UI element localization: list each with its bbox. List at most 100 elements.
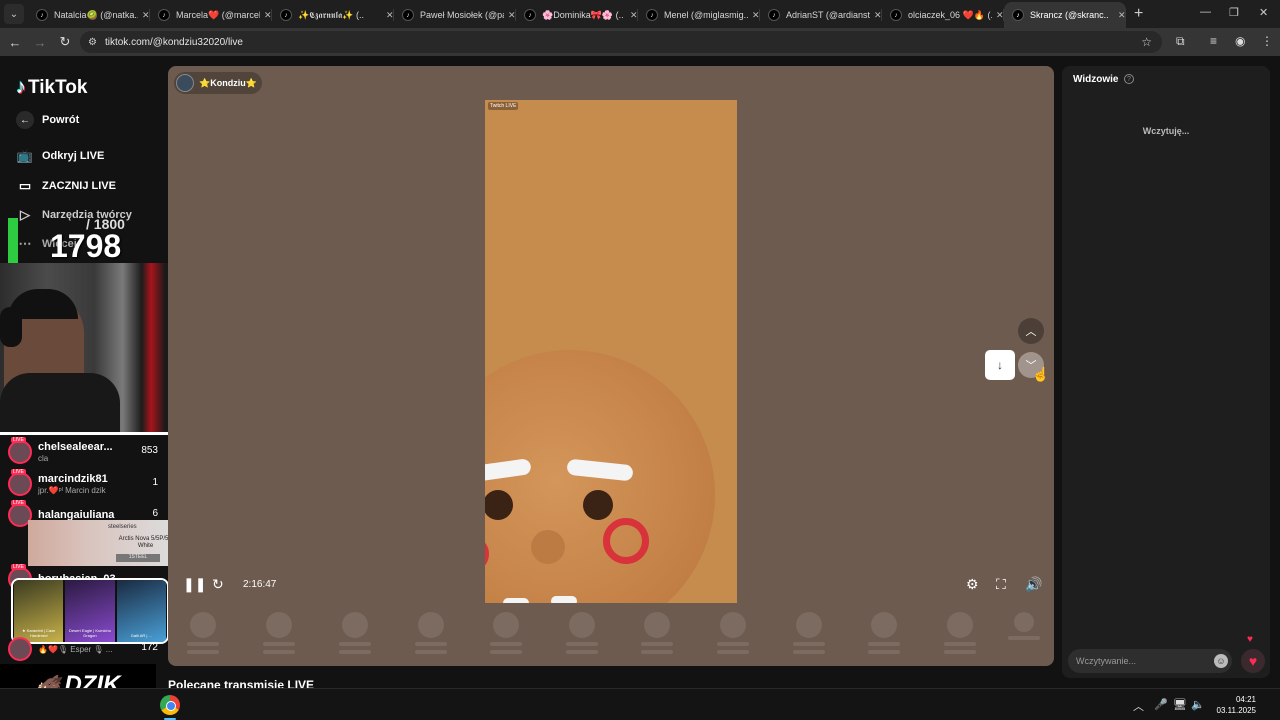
chrome-taskbar-icon[interactable] xyxy=(160,695,180,715)
goal-progress-bar xyxy=(8,218,18,264)
tab-search-button[interactable]: ⌄ xyxy=(4,4,24,24)
stream-time: 2:16:47 xyxy=(243,579,277,590)
tiktok-logo[interactable]: ♪ TikTok xyxy=(16,76,87,99)
viewers-panel: Widzowie ? Wczytuję... xyxy=(1062,66,1270,678)
profile-icon[interactable]: ◉ xyxy=(1235,34,1245,48)
browser-tab[interactable]: ♪ Skrancz (@skranc.. ✕ xyxy=(1004,2,1126,28)
site-info-icon[interactable]: ⚙ xyxy=(88,37,97,48)
play-circle-icon: ▷ xyxy=(20,207,30,222)
mouth-left xyxy=(503,598,529,603)
browser-tab[interactable]: ♪ AdrianST (@ardianst.. ✕ xyxy=(760,2,882,28)
ad-brand: steelseries xyxy=(108,524,137,530)
close-window-icon[interactable]: ✕ xyxy=(1259,6,1268,19)
chat-placeholder: Wczytywanie... xyxy=(1076,656,1137,666)
tiktok-brand-text: TikTok xyxy=(28,76,88,98)
chat-input[interactable]: Wczytywanie... ☺ xyxy=(1068,649,1232,673)
pause-icon[interactable]: ❚❚ xyxy=(183,576,206,593)
bookmark-star-icon[interactable]: ☆ xyxy=(1141,35,1152,49)
forward-arrow-icon[interactable]: → xyxy=(30,35,50,50)
tab-title: Paweł Mosiołek (@pa.. xyxy=(420,10,504,20)
tab-close-icon[interactable]: ✕ xyxy=(752,10,760,21)
maximize-icon[interactable]: ❐ xyxy=(1229,6,1239,19)
sidebar-item-go-live[interactable]: ▭ ZACZNIJ LIVE xyxy=(16,178,116,194)
sidebar-item-discover-live[interactable]: 📺 Odkryj LIVE xyxy=(16,148,104,164)
tab-title: olciaczek_06 ❤️🔥 (.. xyxy=(908,9,992,20)
browser-tab[interactable]: ♪ olciaczek_06 ❤️🔥 (.. ✕ xyxy=(882,2,1004,28)
back-button[interactable]: ← Powrót xyxy=(16,111,79,129)
browser-tab[interactable]: ♪ ✨𝕮𝖟𝖆𝖗𝖓𝖚𝖑𝖆✨ (.. ✕ xyxy=(272,2,394,28)
leaderboard-row[interactable]: LIVE chelsealeear... cla 853 xyxy=(8,437,158,467)
browser-menu-icon[interactable]: ⋮ xyxy=(1261,34,1273,48)
speaker-icon[interactable]: 🔈 xyxy=(1191,698,1205,711)
steelseries-ad: steelseries Arctis Nova 5/5P/5X White 1S… xyxy=(28,520,175,566)
leaderboard-score: 6 xyxy=(152,508,158,519)
leaderboard-name: chelsealeear... xyxy=(38,441,113,453)
tab-close-icon[interactable]: ✕ xyxy=(874,10,882,21)
tiktok-live-page: ♪ TikTok ← Powrót 📺 Odkryj LIVE ▭ ZACZNI… xyxy=(0,56,1280,688)
gift-placeholder xyxy=(262,608,296,654)
tiktok-favicon-icon: ♪ xyxy=(890,9,902,21)
tiktok-favicon-icon: ♪ xyxy=(36,9,48,21)
recommended-live-heading: Polecane transmisje LIVE xyxy=(168,678,315,688)
tab-list: ♪ Natalcia🥝 (@natka.. ✕ ♪ Marcela❤️ (@marcel… xyxy=(28,0,1126,28)
gift-placeholder xyxy=(867,608,901,654)
live-player[interactable]: ⭐Kondziu⭐ Twitch LIVE ︿ ↓ ﹀ ☝ ❚❚ ↻ 2:16:… xyxy=(168,66,1054,666)
browser-tab[interactable]: ♪ Natalcia🥝 (@natka.. ✕ xyxy=(28,2,150,28)
refresh-icon[interactable]: ↻ xyxy=(212,576,224,593)
volume-icon[interactable]: 🔊 xyxy=(1025,576,1042,593)
tray-chevron-icon[interactable]: ︿ xyxy=(1133,698,1144,714)
tab-close-icon[interactable]: ✕ xyxy=(386,10,394,21)
reload-icon[interactable]: ↻ xyxy=(55,34,75,50)
tiktok-note-icon: ♪ xyxy=(16,76,26,98)
emoji-icon[interactable]: ☺ xyxy=(1214,654,1228,668)
browser-tab[interactable]: ♪ Marcela❤️ (@marcel.. ✕ xyxy=(150,2,272,28)
back-arrow-icon[interactable]: ← xyxy=(5,35,25,50)
eye-right xyxy=(583,490,613,520)
microphone-icon[interactable]: 🎤 xyxy=(1154,698,1168,711)
tab-close-icon[interactable]: ✕ xyxy=(996,10,1004,21)
browser-tab[interactable]: ♪ 🌸Dominika🎀🌸 (.. ✕ xyxy=(516,2,638,28)
extensions-icon[interactable]: ⧉ xyxy=(1176,34,1185,49)
browser-tab[interactable]: ♪ Menel (@miglasmig.. ✕ xyxy=(638,2,760,28)
tiktok-favicon-icon: ♪ xyxy=(1012,9,1024,21)
url-text[interactable]: tiktok.com/@kondziu32020/live xyxy=(105,37,243,48)
media-control-icon[interactable]: ≡ xyxy=(1210,34,1217,48)
tab-close-icon[interactable]: ✕ xyxy=(630,10,638,21)
host-avatar[interactable] xyxy=(176,74,194,92)
heart-icon: ♥ xyxy=(1248,653,1258,669)
headset-icon xyxy=(0,307,22,347)
tab-close-icon[interactable]: ✕ xyxy=(142,10,150,21)
help-icon[interactable]: ? xyxy=(1124,74,1134,84)
like-button[interactable]: ♥ xyxy=(1241,649,1265,673)
browser-tab[interactable]: ♪ Paweł Mosiołek (@pa.. ✕ xyxy=(394,2,516,28)
host-name[interactable]: ⭐Kondziu⭐ xyxy=(199,78,257,89)
windows-taskbar: ︿ 🎤 🖥 🔈 04:21 03.11.2025 xyxy=(0,688,1280,720)
address-bar[interactable]: ⚙ tiktok.com/@kondziu32020/live ☆ xyxy=(80,31,1162,53)
live-video[interactable]: Twitch LIVE xyxy=(485,100,737,603)
tab-close-icon[interactable]: ✕ xyxy=(508,10,516,21)
gift-placeholder xyxy=(565,608,599,654)
tab-close-icon[interactable]: ✕ xyxy=(1118,10,1126,21)
settings-icon[interactable]: ⚙ xyxy=(966,576,979,593)
sidebar-item-label: ZACZNIJ LIVE xyxy=(42,180,116,192)
minimize-icon[interactable]: — xyxy=(1200,6,1211,18)
new-tab-button[interactable]: + xyxy=(1134,5,1143,23)
network-icon[interactable]: 🖥 xyxy=(1173,698,1187,711)
back-icon: ← xyxy=(16,111,34,129)
skin-card: Galil AR | ... xyxy=(116,580,166,642)
download-button[interactable]: ↓ xyxy=(985,350,1015,380)
tab-title: Skrancz (@skranc.. xyxy=(1030,10,1109,20)
previous-live-button[interactable]: ︿ xyxy=(1018,318,1044,344)
tab-close-icon[interactable]: ✕ xyxy=(264,10,272,21)
fullscreen-icon[interactable]: ⛶ xyxy=(996,576,1006,593)
leaderboard-row[interactable]: 🔥❤️🎙 Esper 🎙 ... 172 xyxy=(8,634,158,664)
cheek-swirl-left xyxy=(485,536,489,572)
system-clock[interactable]: 04:21 03.11.2025 xyxy=(1210,694,1256,716)
video-watermark: Twitch LIVE xyxy=(488,102,519,110)
avatar: LIVE xyxy=(8,469,32,496)
clock-time: 04:21 xyxy=(1235,695,1256,704)
host-info[interactable]: ⭐Kondziu⭐ xyxy=(174,72,262,94)
tiktok-favicon-icon: ♪ xyxy=(158,9,170,21)
gift-placeholder xyxy=(943,608,977,654)
leaderboard-row[interactable]: LIVE marcindzik81 jpr.❤️ᵖˡ Marcin dzik 1 xyxy=(8,469,158,499)
